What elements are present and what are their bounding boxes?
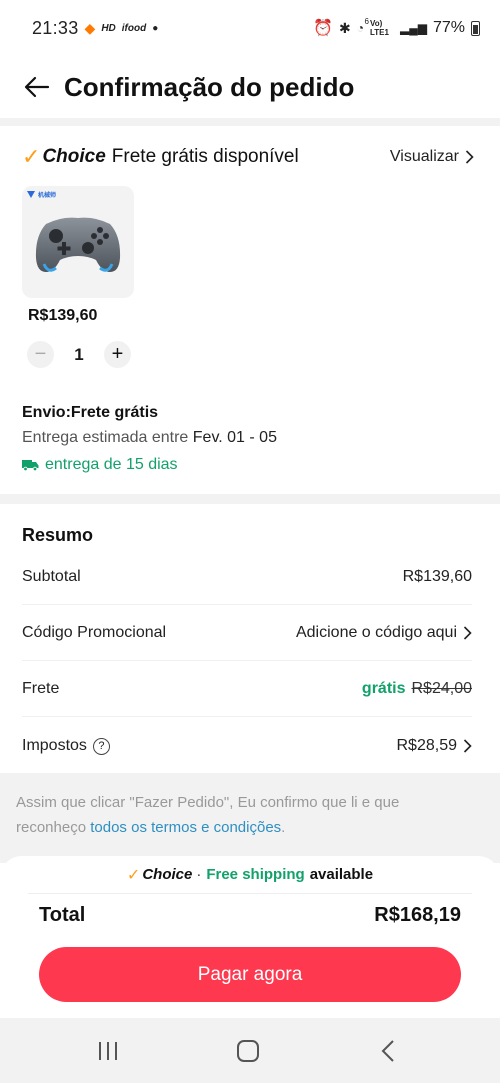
estimate-dates: Fev. 01 - 05 bbox=[192, 429, 277, 446]
back-nav-icon bbox=[381, 1040, 394, 1062]
view-label: Visualizar bbox=[389, 148, 459, 165]
terms-text: Assim que clicar "Fazer Pedido", Eu conf… bbox=[16, 790, 446, 840]
section-divider bbox=[0, 118, 500, 126]
checkout-bottom-sheet: ✓ Choice · Free shipping available Total… bbox=[0, 856, 500, 1018]
hd-label: HD bbox=[101, 22, 116, 34]
wifi-icon: ◔ 6 bbox=[356, 17, 369, 35]
decrease-quantity-button[interactable]: − bbox=[27, 341, 54, 368]
estimate-label: Entrega estimada entre bbox=[22, 429, 189, 446]
banner-free-shipping: Free shipping bbox=[206, 866, 305, 883]
notification-dot-icon: ● bbox=[152, 22, 159, 34]
pay-now-label: Pagar agora bbox=[197, 963, 303, 985]
total-row: Total R$168,19 bbox=[39, 904, 461, 927]
store-row: ✓ Choice Frete grátis disponível Visuali… bbox=[22, 142, 474, 172]
network-label: Vo) LTE1 bbox=[370, 19, 389, 37]
gamepad-icon bbox=[35, 217, 121, 272]
wifi-gen-label: 6 bbox=[364, 17, 369, 26]
taxes-value-wrap: R$28,59 bbox=[397, 737, 473, 755]
free-shipping-available-text: Frete grátis disponível bbox=[111, 146, 299, 167]
ifood-label: ifood bbox=[121, 22, 147, 34]
back-arrow-icon bbox=[24, 76, 50, 98]
app-notification-icon: ◆ bbox=[84, 19, 96, 36]
system-nav-bar bbox=[0, 1018, 500, 1083]
header: Confirmação do pedido bbox=[0, 56, 500, 118]
banner-separator: · bbox=[196, 866, 202, 883]
bluetooth-icon: ✱ bbox=[339, 19, 351, 36]
choice-free-shipping-banner: ✓ Choice · Free shipping available bbox=[28, 856, 472, 894]
shipping-fee-label: Frete bbox=[22, 679, 60, 697]
total-value: R$168,19 bbox=[374, 904, 461, 926]
page-title: Confirmação do pedido bbox=[64, 71, 355, 102]
summary-title: Resumo bbox=[22, 525, 94, 545]
choice-label: Choice bbox=[42, 146, 106, 167]
banner-choice-label: Choice bbox=[142, 866, 193, 883]
battery-percent: 77% bbox=[432, 19, 465, 36]
brand-logo-icon bbox=[27, 191, 35, 198]
product-price: R$139,60 bbox=[28, 307, 98, 324]
minus-icon: − bbox=[34, 343, 47, 365]
view-link[interactable]: Visualizar bbox=[390, 148, 474, 166]
back-nav-button[interactable] bbox=[373, 1038, 403, 1064]
home-icon bbox=[237, 1040, 259, 1062]
promo-code-action: Adicione o código aqui bbox=[295, 623, 457, 641]
shipping-fee-free: grátis bbox=[361, 679, 406, 697]
increase-quantity-button[interactable]: + bbox=[104, 341, 131, 368]
total-label: Total bbox=[39, 904, 86, 926]
taxes-value: R$28,59 bbox=[396, 737, 458, 754]
terms-end: . bbox=[281, 819, 286, 836]
shipping-estimate: Entrega estimada entre Fev. 01 - 05 bbox=[22, 429, 277, 447]
subtotal-label: Subtotal bbox=[22, 567, 81, 585]
taxes-row[interactable]: Impostos ? R$28,59 bbox=[22, 718, 472, 774]
banner-available: available bbox=[309, 866, 374, 883]
shipping-title: Envio:Frete grátis bbox=[22, 404, 159, 421]
battery-icon bbox=[471, 20, 480, 36]
product-brand-text: 机械师 bbox=[38, 193, 57, 199]
taxes-label: Impostos bbox=[22, 737, 87, 754]
delivery-days-label: entrega de 15 dias bbox=[45, 456, 178, 473]
chevron-right-icon bbox=[463, 625, 472, 640]
delivery-days: entrega de 15 dias bbox=[22, 456, 178, 474]
pay-now-button[interactable]: Pagar agora bbox=[39, 947, 461, 1002]
chevron-right-icon bbox=[465, 150, 474, 164]
choice-check-icon: ✓ bbox=[22, 144, 41, 169]
subtotal-value-wrap: R$139,60 bbox=[403, 568, 472, 586]
status-bar: 21:33 ◆ HD ifood ● ⏰ ✱ ◔ 6 Vo) LTE1 ▂▄▆ 7… bbox=[0, 0, 500, 56]
shipping-fee-original: R$24,00 bbox=[411, 679, 473, 697]
product-image[interactable]: 机械师 bbox=[22, 186, 134, 298]
home-button[interactable] bbox=[233, 1038, 263, 1064]
subtotal-value: R$139,60 bbox=[402, 567, 472, 585]
promo-code-label: Código Promocional bbox=[22, 623, 167, 641]
recent-apps-button[interactable] bbox=[93, 1038, 123, 1064]
alarm-icon: ⏰ bbox=[313, 20, 334, 37]
product-brand-logo: 机械师 bbox=[27, 190, 56, 199]
shipping-fee-row: Frete grátis R$24,00 bbox=[22, 661, 472, 717]
back-button[interactable] bbox=[22, 72, 52, 102]
truck-icon bbox=[22, 460, 39, 471]
status-time: 21:33 bbox=[32, 17, 79, 38]
shipping-fee-value-wrap: grátis R$24,00 bbox=[362, 680, 472, 698]
subtotal-row: Subtotal R$139,60 bbox=[22, 549, 472, 605]
help-icon[interactable]: ? bbox=[92, 737, 110, 755]
terms-link[interactable]: todos os termos e condições bbox=[90, 819, 281, 836]
promo-code-row[interactable]: Código Promocional Adicione o código aqu… bbox=[22, 605, 472, 661]
plus-icon: + bbox=[111, 343, 124, 365]
chevron-right-icon bbox=[463, 739, 472, 753]
recent-apps-icon bbox=[99, 1042, 117, 1060]
promo-code-action-wrap: Adicione o código aqui bbox=[296, 624, 472, 642]
quantity-value: 1 bbox=[74, 344, 84, 364]
quantity-stepper: − 1 + bbox=[27, 341, 131, 368]
section-divider bbox=[0, 494, 500, 504]
choice-check-icon: ✓ bbox=[126, 866, 141, 884]
signal-icon: ▂▄▆ bbox=[400, 21, 427, 35]
